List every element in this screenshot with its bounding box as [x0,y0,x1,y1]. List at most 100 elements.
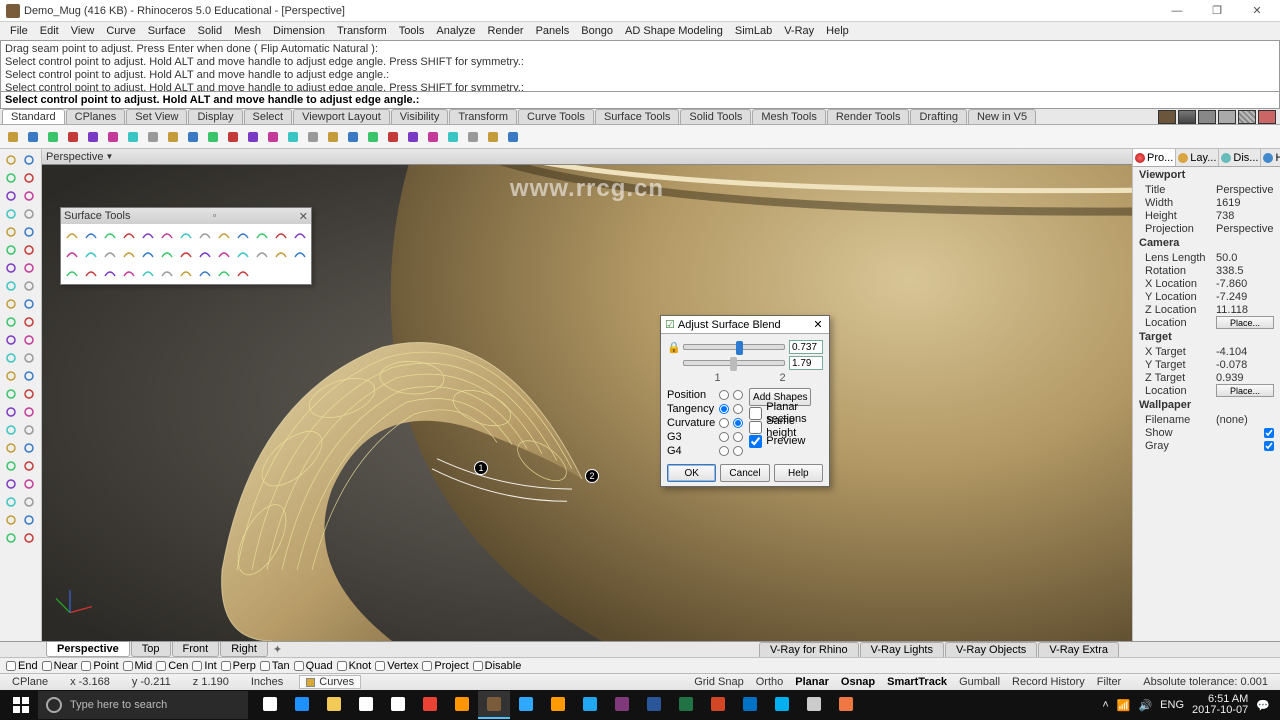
tooltab-drafting[interactable]: Drafting [910,109,967,124]
prop-chk-show[interactable] [1264,428,1274,438]
side-tool-11[interactable] [20,241,37,258]
menu-v-ray[interactable]: V-Ray [778,24,820,38]
status-record-history[interactable]: Record History [1006,676,1091,688]
taskbar-firefox-icon[interactable] [446,691,478,719]
status-ortho[interactable]: Ortho [750,676,790,688]
menu-help[interactable]: Help [820,24,855,38]
toggle-wire-icon[interactable] [1178,110,1196,124]
viewtab-front[interactable]: Front [172,642,220,657]
continuity-2-g3[interactable] [733,432,743,442]
slider-2[interactable] [683,360,785,366]
surface-tool-19[interactable] [177,245,195,263]
menu-mesh[interactable]: Mesh [228,24,267,38]
surface-tool-24[interactable] [272,245,290,263]
tab-help[interactable]: Help [1261,149,1280,166]
print-icon[interactable] [64,128,82,146]
show-icon[interactable] [364,128,382,146]
side-tool-33[interactable] [20,439,37,456]
slider-1[interactable] [683,344,785,350]
surface-tool-21[interactable] [215,245,233,263]
side-tool-10[interactable] [2,241,19,258]
surface-tool-17[interactable] [139,245,157,263]
help-button[interactable]: Help [774,464,823,482]
viewtab-top[interactable]: Top [131,642,171,657]
add-viewport-icon[interactable]: ✦ [273,643,282,656]
menu-file[interactable]: File [4,24,34,38]
new-icon[interactable] [4,128,22,146]
surface-tool-18[interactable] [158,245,176,263]
zoom-ext-icon[interactable] [244,128,262,146]
open-icon[interactable] [24,128,42,146]
surface-tool-31[interactable] [158,264,176,282]
taskbar-store-icon[interactable] [350,691,382,719]
side-tool-40[interactable] [2,511,19,528]
lock-icon[interactable] [384,128,402,146]
side-tool-42[interactable] [2,529,19,546]
status-filter[interactable]: Filter [1091,676,1127,688]
surface-tool-4[interactable] [139,226,157,244]
surface-tool-33[interactable] [196,264,214,282]
preview-checkbox[interactable] [749,435,762,448]
surface-tool-10[interactable] [253,226,271,244]
menu-surface[interactable]: Surface [142,24,192,38]
undo-icon[interactable] [144,128,162,146]
prop-btn-location[interactable]: Place... [1216,384,1274,397]
sphere-icon[interactable] [444,128,462,146]
vraytab-v-ray-for-rhino[interactable]: V-Ray for Rhino [759,642,859,657]
osnap-project[interactable]: Project [422,660,468,672]
layer-icon[interactable] [424,128,442,146]
close-button[interactable]: ✕ [1240,2,1274,20]
surface-tool-22[interactable] [234,245,252,263]
zoom-icon[interactable] [224,128,242,146]
surface-tool-34[interactable] [215,264,233,282]
prop-btn-location[interactable]: Place... [1216,316,1274,329]
planar-sections-checkbox[interactable] [749,407,762,420]
taskbar-excel-icon[interactable] [670,691,702,719]
adjust-surface-blend-dialog[interactable]: ☑ Adjust Surface Blend ✕ 🔒 12 [660,315,830,487]
redo-icon[interactable] [164,128,182,146]
tray-lang[interactable]: ENG [1160,699,1184,711]
viewtab-perspective[interactable]: Perspective [46,642,130,657]
menu-solid[interactable]: Solid [192,24,228,38]
taskbar-media-icon[interactable] [830,691,862,719]
toggle-grid-icon[interactable] [1238,110,1256,124]
side-tool-36[interactable] [2,475,19,492]
surface-tool-35[interactable] [234,264,252,282]
continuity-1-position[interactable] [719,390,729,400]
taskbar-rhino-icon[interactable] [478,691,510,719]
surface-tool-27[interactable] [82,264,100,282]
continuity-2-g4[interactable] [733,446,743,456]
side-tool-18[interactable] [2,313,19,330]
status-smarttrack[interactable]: SmartTrack [881,676,953,688]
viewport-title[interactable]: Perspective ▼ [42,149,1132,165]
side-tool-34[interactable] [2,457,19,474]
side-tool-2[interactable] [2,169,19,186]
surface-tool-26[interactable] [63,264,81,282]
taskbar-onenote-icon[interactable] [606,691,638,719]
surface-tool-2[interactable] [101,226,119,244]
continuity-2-curvature[interactable] [733,418,743,428]
osnap-point[interactable]: Point [81,660,118,672]
surface-tool-28[interactable] [101,264,119,282]
surface-tool-16[interactable] [120,245,138,263]
taskbar-edge-icon[interactable] [286,691,318,719]
dialog-titlebar[interactable]: ☑ Adjust Surface Blend ✕ [661,316,829,334]
taskbar-search[interactable]: Type here to search [38,691,248,719]
lock-icon[interactable]: 🔒 [667,341,679,353]
continuity-2-position[interactable] [733,390,743,400]
continuity-1-g3[interactable] [719,432,729,442]
taskbar-photoshop-icon[interactable] [510,691,542,719]
menu-analyze[interactable]: Analyze [430,24,481,38]
cut-icon[interactable] [84,128,102,146]
osnap-disable[interactable]: Disable [473,660,522,672]
side-tool-17[interactable] [20,295,37,312]
continuity-1-curvature[interactable] [719,418,729,428]
menu-panels[interactable]: Panels [530,24,576,38]
dialog-close-icon[interactable]: ✕ [811,318,825,331]
side-tool-28[interactable] [2,403,19,420]
side-tool-37[interactable] [20,475,37,492]
menu-transform[interactable]: Transform [331,24,393,38]
tray-notif-icon[interactable]: 💬 [1256,699,1270,712]
prop-chk-gray[interactable] [1264,441,1274,451]
side-tool-19[interactable] [20,313,37,330]
